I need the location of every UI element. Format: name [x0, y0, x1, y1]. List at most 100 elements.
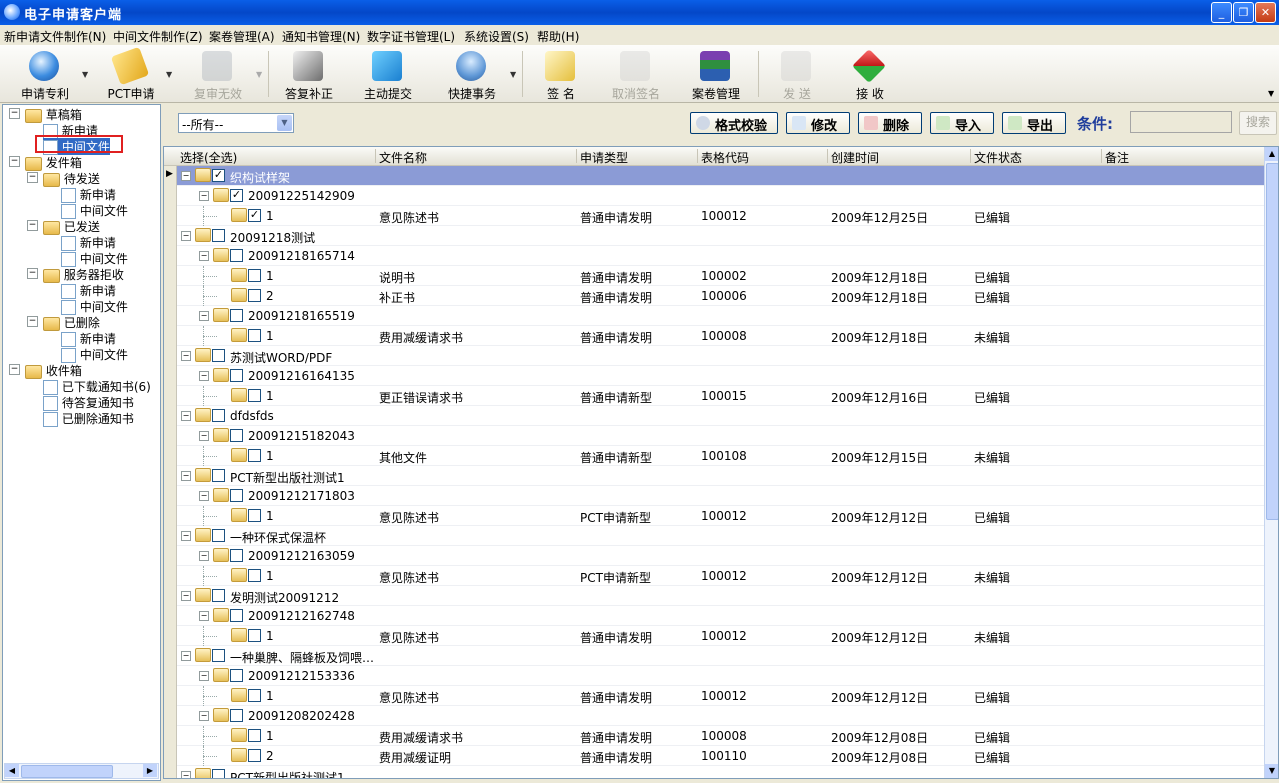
- menu-new-application[interactable]: 新申请文件制作(N): [4, 28, 106, 45]
- sign-button[interactable]: 签 名: [526, 47, 596, 101]
- row-checkbox[interactable]: [248, 569, 261, 582]
- grid-row-case[interactable]: − PCT新型出版社测试1: [177, 466, 1264, 486]
- collapse-icon[interactable]: −: [27, 220, 38, 231]
- row-checkbox[interactable]: [248, 289, 261, 302]
- menu-intermediate-file[interactable]: 中间文件制作(Z): [113, 28, 203, 45]
- grid-row-case[interactable]: − ✓ 织构试样架: [177, 166, 1264, 186]
- menu-settings[interactable]: 系统设置(S): [464, 28, 529, 45]
- grid-row-file[interactable]: 1 意见陈述书 PCT申请新型 100012 2009年12月12日 已编辑: [177, 506, 1264, 526]
- tree-node-deleted-notice[interactable]: 已删除通知书: [43, 410, 134, 427]
- row-checkbox[interactable]: [248, 629, 261, 642]
- tree-node-deleted[interactable]: − 已删除: [27, 314, 100, 331]
- collapse-icon[interactable]: −: [9, 156, 20, 167]
- col-app-type[interactable]: 申请类型: [580, 149, 628, 166]
- grid-row-batch[interactable]: − 20091212171803: [177, 486, 1264, 506]
- row-checkbox[interactable]: ✓: [212, 169, 225, 182]
- row-checkbox[interactable]: [212, 589, 225, 602]
- grid-row-case[interactable]: − PCT新型出版社测试1: [177, 766, 1264, 778]
- collapse-icon[interactable]: −: [9, 108, 20, 119]
- export-button[interactable]: 导出: [1002, 112, 1066, 134]
- row-checkbox[interactable]: [248, 689, 261, 702]
- collapse-icon[interactable]: −: [9, 364, 20, 375]
- modify-button[interactable]: 修改: [786, 112, 850, 134]
- collapse-icon[interactable]: −: [199, 611, 209, 621]
- send-button[interactable]: 发 送: [762, 47, 832, 101]
- row-checkbox[interactable]: [248, 269, 261, 282]
- row-checkbox[interactable]: [230, 309, 243, 322]
- collapse-icon[interactable]: −: [199, 711, 209, 721]
- grid-row-file[interactable]: 1 意见陈述书 普通申请发明 100012 2009年12月12日 未编辑: [177, 626, 1264, 646]
- collapse-icon[interactable]: −: [199, 491, 209, 501]
- tree-node-outbox[interactable]: − 发件箱: [9, 154, 82, 171]
- row-checkbox[interactable]: [248, 729, 261, 742]
- grid-row-file[interactable]: 2 费用减缓证明 普通申请发明 100110 2009年12月08日 已编辑: [177, 746, 1264, 766]
- row-checkbox[interactable]: [212, 409, 225, 422]
- col-remark[interactable]: 备注: [1105, 149, 1129, 166]
- collapse-icon[interactable]: −: [181, 531, 191, 541]
- collapse-icon[interactable]: −: [199, 191, 209, 201]
- grid-vertical-scrollbar[interactable]: ▲ ▼: [1264, 147, 1278, 778]
- grid-row-batch[interactable]: − 20091218165519: [177, 306, 1264, 326]
- collapse-icon[interactable]: −: [181, 231, 191, 241]
- collapse-icon[interactable]: −: [27, 268, 38, 279]
- grid-row-batch[interactable]: − 20091218165714: [177, 246, 1264, 266]
- collapse-icon[interactable]: −: [199, 371, 209, 381]
- tree-node-to-reply[interactable]: 待答复通知书: [43, 394, 134, 411]
- grid-row-file[interactable]: 1 更正错误请求书 普通申请新型 100015 2009年12月16日 已编辑: [177, 386, 1264, 406]
- row-checkbox[interactable]: ✓: [230, 189, 243, 202]
- review-invalid-button[interactable]: 复审无效: [183, 47, 253, 101]
- menu-notice[interactable]: 通知书管理(N): [282, 28, 360, 45]
- grid-row-case[interactable]: − 一种环保式保温杯: [177, 526, 1264, 546]
- minimize-button[interactable]: _: [1211, 2, 1232, 23]
- collapse-icon[interactable]: −: [199, 311, 209, 321]
- collapse-icon[interactable]: −: [181, 471, 191, 481]
- row-checkbox[interactable]: [230, 249, 243, 262]
- scroll-left-icon[interactable]: ◀: [5, 764, 19, 777]
- tree-node-inbox[interactable]: − 收件箱: [9, 362, 82, 379]
- grid-row-case[interactable]: − 一种巢脾、隔蜂板及饲喂…: [177, 646, 1264, 666]
- collapse-icon[interactable]: −: [199, 251, 209, 261]
- tree-node-rejected-new[interactable]: 新申请: [61, 282, 116, 299]
- tree-node-sent-new[interactable]: 新申请: [61, 234, 116, 251]
- grid-row-batch[interactable]: − 20091208202428: [177, 706, 1264, 726]
- row-checkbox[interactable]: [212, 529, 225, 542]
- grid-row-file[interactable]: 2 补正书 普通申请发明 100006 2009年12月18日 已编辑: [177, 286, 1264, 306]
- tree-node-rejected-mid[interactable]: 中间文件: [61, 298, 128, 315]
- row-checkbox[interactable]: [248, 449, 261, 462]
- row-checkbox[interactable]: [248, 389, 261, 402]
- grid-row-batch[interactable]: − 20091212163059: [177, 546, 1264, 566]
- grid-row-file[interactable]: ✓ 1 意见陈述书 普通申请发明 100012 2009年12月25日 已编辑: [177, 206, 1264, 226]
- grid-row-batch[interactable]: − 20091212162748: [177, 606, 1264, 626]
- apply-patent-button[interactable]: 申请专利: [10, 47, 80, 101]
- tree-node-pending-new[interactable]: 新申请: [61, 186, 116, 203]
- row-checkbox[interactable]: [230, 609, 243, 622]
- row-checkbox[interactable]: [212, 469, 225, 482]
- scroll-thumb[interactable]: [1266, 163, 1278, 520]
- grid-row-batch[interactable]: − 20091215182043: [177, 426, 1264, 446]
- tree-node-rejected[interactable]: − 服务器拒收: [27, 266, 124, 283]
- review-invalid-dropdown[interactable]: ▼: [256, 70, 262, 79]
- quick-affairs-dropdown[interactable]: ▼: [510, 70, 516, 79]
- row-checkbox[interactable]: [212, 229, 225, 242]
- tree-node-deleted-new[interactable]: 新申请: [61, 330, 116, 347]
- row-checkbox[interactable]: [230, 489, 243, 502]
- collapse-icon[interactable]: −: [181, 411, 191, 421]
- condition-input[interactable]: [1130, 111, 1232, 133]
- collapse-icon[interactable]: −: [27, 316, 38, 327]
- col-select[interactable]: 选择(全选): [180, 149, 237, 166]
- dossier-manage-button[interactable]: 案卷管理: [681, 47, 751, 101]
- collapse-icon[interactable]: −: [181, 651, 191, 661]
- row-checkbox[interactable]: [248, 329, 261, 342]
- search-button[interactable]: 搜索: [1239, 111, 1277, 135]
- tree-node-draft-box[interactable]: − 草稿箱: [9, 106, 82, 123]
- scroll-right-icon[interactable]: ▶: [143, 764, 157, 777]
- collapse-icon[interactable]: −: [181, 771, 191, 778]
- grid-row-case[interactable]: − 20091218测试: [177, 226, 1264, 246]
- row-checkbox[interactable]: [248, 509, 261, 522]
- grid-row-case[interactable]: − 苏测试WORD/PDF: [177, 346, 1264, 366]
- format-check-button[interactable]: 格式校验: [690, 112, 778, 134]
- close-button[interactable]: ✕: [1255, 2, 1276, 23]
- grid-row-file[interactable]: 1 费用减缓请求书 普通申请发明 100008 2009年12月08日 已编辑: [177, 726, 1264, 746]
- toolbar-overflow-icon[interactable]: ▼: [1268, 89, 1274, 98]
- collapse-icon[interactable]: −: [199, 431, 209, 441]
